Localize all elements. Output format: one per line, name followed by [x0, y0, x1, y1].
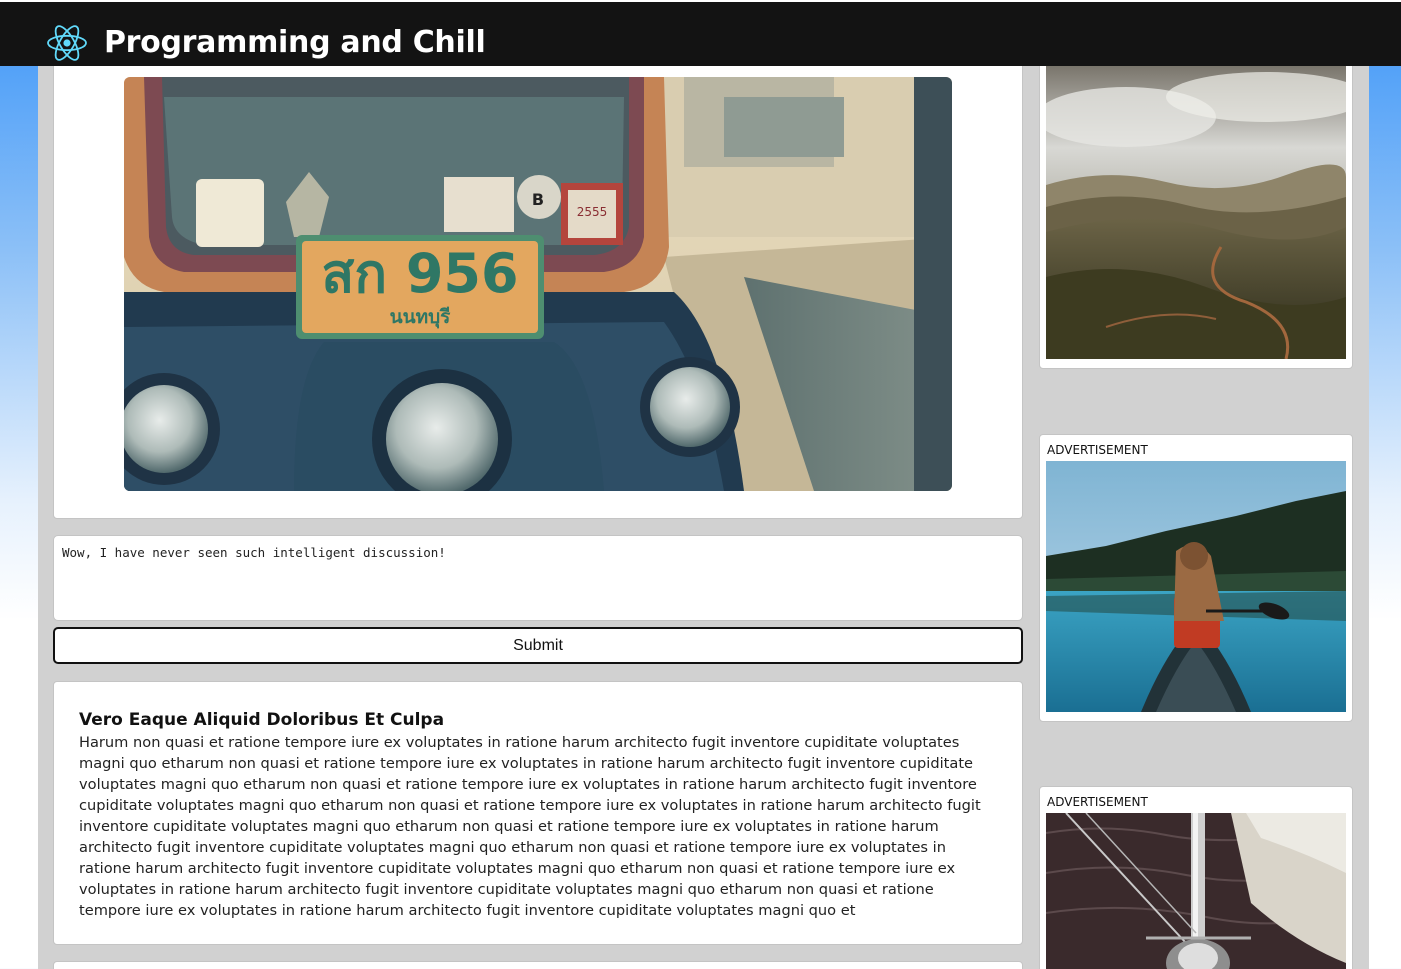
license-plate-province: นนทบุรี — [390, 306, 452, 329]
ad-label: ADVERTISEMENT — [1047, 443, 1148, 457]
react-atom-icon[interactable] — [46, 22, 88, 64]
post-title[interactable]: Vero Eaque Aliquid Doloribus Et Culpa — [79, 708, 997, 732]
site-title[interactable]: Programming and Chill — [104, 22, 486, 64]
submit-button[interactable]: Submit — [53, 627, 1023, 664]
ad-card-canoe[interactable]: ADVERTISEMENT — [1039, 434, 1353, 722]
next-post-card — [53, 961, 1023, 969]
ad-card-sailboat[interactable]: ADVERTISEMENT — [1039, 786, 1353, 969]
site-header: Programming and Chill — [0, 2, 1401, 66]
sticker-letter: B — [532, 190, 544, 209]
post-image-card: 2555 B สก 956 นนทบุรี — [53, 56, 1023, 519]
license-plate-number: สก 956 — [321, 242, 518, 305]
sailboat-mast-photo[interactable] — [1046, 813, 1346, 969]
sticker-number: 2555 — [577, 205, 608, 219]
post-card: Vero Eaque Aliquid Doloribus Et Culpa Ha… — [53, 681, 1023, 945]
main-column: 2555 B สก 956 นนทบุรี Submit — [38, 56, 1036, 969]
ad-card-mountain[interactable] — [1039, 56, 1353, 369]
sidebar-column: ADVERTISEMENT ADVERTISEMENT — [1036, 56, 1369, 969]
tuk-tuk-photo: 2555 B สก 956 นนทบุรี — [124, 77, 952, 491]
canoe-lake-photo[interactable] — [1046, 461, 1346, 712]
ad-label: ADVERTISEMENT — [1047, 795, 1148, 809]
mountain-landscape-photo[interactable] — [1046, 57, 1346, 359]
comment-input[interactable] — [53, 535, 1023, 621]
post-body: Harum non quasi et ratione tempore iure … — [79, 734, 981, 919]
